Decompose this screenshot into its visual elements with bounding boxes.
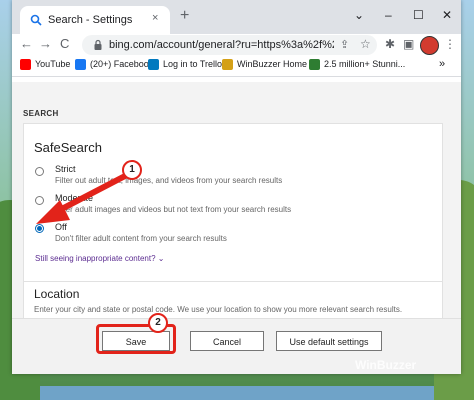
step-1-badge: 1 bbox=[122, 160, 142, 180]
winbuzzer-watermark: WinBuzzer bbox=[355, 358, 417, 372]
annotation-arrow bbox=[36, 173, 128, 224]
browser-window: Search - Settings × + ⌄ – ☐ ✕ ← → C bing… bbox=[12, 0, 461, 374]
